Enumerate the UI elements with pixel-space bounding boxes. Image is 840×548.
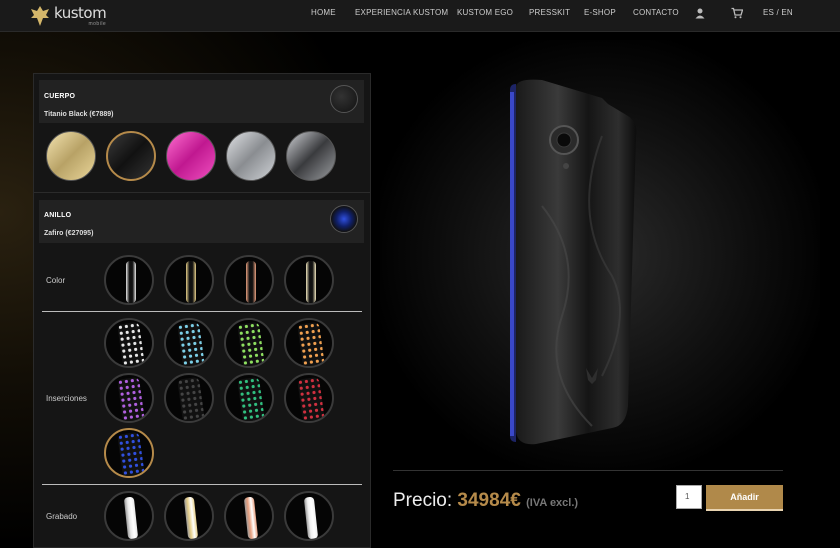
insert-ring-onyx[interactable] (164, 373, 214, 423)
nav-home[interactable]: HOME (311, 8, 336, 17)
insert-ring-diamond[interactable] (104, 318, 154, 368)
logo[interactable]: kustom mobile (30, 2, 107, 30)
quantity-value: 1 (685, 492, 690, 501)
engrave-ring-silver[interactable] (104, 491, 154, 541)
price-display: Precio: 34984€ (IVA excl.) (393, 490, 578, 512)
nav-kustom-ego[interactable]: KUSTOM EGO (457, 8, 513, 17)
anillo-header[interactable]: ANILLO Zafiro (€27095) (39, 200, 364, 243)
insert-ring-zafiro[interactable] (104, 428, 154, 478)
color-ring-champagne[interactable] (284, 255, 334, 305)
engrave-ring-rose[interactable] (224, 491, 274, 541)
engrave-ring-white[interactable] (284, 491, 334, 541)
insert-ring-amethyst[interactable] (104, 373, 154, 423)
cuerpo-header[interactable]: CUERPO Titanio Black (€7889) (39, 80, 364, 123)
swatch-titanio-black[interactable] (106, 131, 156, 181)
insert-ring-emerald[interactable] (224, 373, 274, 423)
insert-ring-peridot[interactable] (224, 318, 274, 368)
cart-icon[interactable] (731, 7, 743, 19)
logo-crest-icon (31, 6, 49, 26)
swatch-silver[interactable] (226, 131, 276, 181)
top-navbar: kustom mobile HOME EXPERIENCIA KUSTOM KU… (0, 0, 840, 32)
color-ring-gold[interactable] (164, 255, 214, 305)
logo-sub: mobile (88, 20, 107, 27)
anillo-selection: Zafiro (€27095) (44, 230, 94, 237)
price-amount: 34984€ (457, 490, 521, 511)
cuerpo-selection: Titanio Black (€7889) (44, 111, 114, 118)
price-tax: (IVA excl.) (526, 497, 579, 509)
color-ring-rose[interactable] (224, 255, 274, 305)
insert-ring-topaz[interactable] (284, 318, 334, 368)
color-label: Color (46, 276, 66, 285)
add-to-cart-button[interactable]: Añadir (706, 485, 783, 511)
engrave-ring-gold[interactable] (164, 491, 214, 541)
phone-product-image (510, 79, 637, 445)
nav-contacto[interactable]: CONTACTO (633, 8, 679, 17)
user-icon[interactable] (694, 7, 706, 19)
swatch-gold[interactable] (46, 131, 96, 181)
inserts-label: Inserciones (46, 394, 87, 403)
cuerpo-thumbnail (330, 85, 358, 113)
color-divider (42, 311, 362, 312)
price-label: Precio: (393, 490, 453, 511)
insert-ring-ruby[interactable] (284, 373, 334, 423)
configurator-panel: CUERPO Titanio Black (€7889) ANILLO Zafi… (33, 73, 371, 548)
insert-ring-aquamarine[interactable] (164, 318, 214, 368)
engrave-label: Grabado (46, 512, 78, 521)
price-divider (393, 470, 783, 471)
quantity-input[interactable]: 1 (676, 485, 702, 509)
nav-experiencia[interactable]: EXPERIENCIA KUSTOM (355, 8, 448, 17)
logo-word: kustom (54, 3, 107, 22)
section-divider (34, 192, 370, 193)
swatch-pink[interactable] (166, 131, 216, 181)
swatch-dark-silver[interactable] (286, 131, 336, 181)
nav-presskit[interactable]: PRESSKIT (529, 8, 570, 17)
cuerpo-title: CUERPO (44, 93, 76, 100)
inserts-divider (42, 484, 362, 485)
anillo-title: ANILLO (44, 212, 72, 219)
color-ring-silver[interactable] (104, 255, 154, 305)
anillo-thumbnail (330, 205, 358, 233)
nav-eshop[interactable]: E-SHOP (584, 8, 616, 17)
language-switch[interactable]: ES / EN (763, 8, 793, 17)
